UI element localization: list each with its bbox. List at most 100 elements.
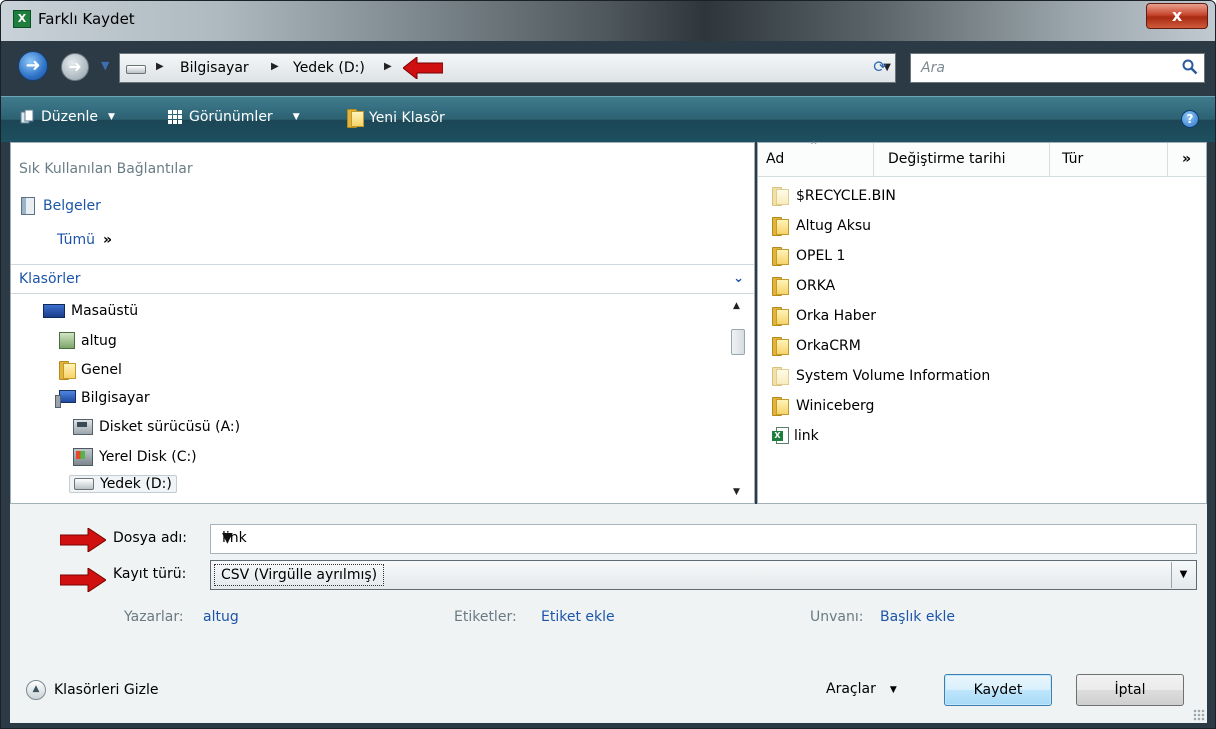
forward-button[interactable]: ➜ (61, 53, 89, 81)
tree-item-label: Yedek (D:) (100, 476, 172, 492)
tree-item-computer[interactable]: Bilgisayar (55, 390, 150, 408)
desktop-icon (43, 304, 65, 318)
history-dropdown-button[interactable]: ▼ (101, 59, 115, 73)
refresh-icon[interactable]: ⟳ (863, 53, 897, 83)
folder-icon (772, 367, 789, 386)
tree-item-public[interactable]: Genel (59, 361, 122, 380)
favorite-links-heading: Sık Kullanılan Bağlantılar (19, 161, 193, 177)
more-columns-icon[interactable]: » (1168, 143, 1206, 177)
search-placeholder: Ara (921, 60, 945, 76)
red-annotation-arrow-icon (403, 57, 443, 79)
scroll-up-icon[interactable]: ▲ (733, 301, 740, 311)
breadcrumb-separator-icon[interactable]: ▶ (271, 61, 279, 72)
tree-item-label: Bilgisayar (81, 390, 150, 406)
file-item[interactable]: Orka Haber (772, 307, 877, 326)
tools-label: Araçlar (826, 681, 876, 697)
file-item-label: OrkaCRM (796, 337, 861, 354)
save-button[interactable]: Kaydet (944, 674, 1052, 706)
folder-icon (772, 337, 789, 356)
new-folder-icon (347, 109, 364, 128)
breadcrumb-drive-d[interactable]: Yedek (D:) (293, 60, 365, 76)
navigation-pane: Sık Kullanılan Bağlantılar Belgeler Tümü… (10, 142, 755, 504)
file-item[interactable]: ORKA (772, 277, 835, 296)
organize-icon (20, 109, 34, 124)
computer-icon (55, 390, 76, 408)
tree-item-drive-d[interactable]: Yedek (D:) (69, 475, 177, 493)
file-item[interactable]: OrkaCRM (772, 337, 861, 356)
help-icon[interactable]: ? (1181, 110, 1199, 128)
tree-item-local-disk-c[interactable]: Yerel Disk (C:) (73, 448, 197, 466)
authors-label: Yazarlar: (124, 609, 184, 625)
save-options-panel: Dosya adı: link ▼ Kayıt türü: CSV (Virgü… (10, 504, 1207, 723)
red-annotation-arrow-icon (60, 528, 106, 552)
file-item[interactable]: $RECYCLE.BIN (772, 187, 896, 206)
folders-heading: Klasörler (19, 271, 81, 287)
file-type-label: Kayıt türü: (113, 566, 187, 582)
file-item[interactable]: Winiceberg (772, 397, 874, 416)
tree-scrollbar[interactable]: ▲ ▼ (730, 299, 748, 499)
close-button[interactable]: x (1146, 3, 1208, 29)
folder-icon (59, 361, 76, 380)
column-header-date-modified[interactable]: Değiştirme tarihi (874, 143, 1050, 177)
file-list-pane: Ad ^ Değiştirme tarihi Tür » $RECYCLE.BI… (757, 141, 1207, 504)
folder-icon (772, 277, 789, 296)
file-item[interactable]: X link (772, 427, 819, 445)
tree-item-label: Disket sürücüsü (A:) (99, 419, 241, 435)
favorite-link-all[interactable]: Tümü » (57, 232, 112, 248)
scroll-thumb[interactable] (731, 329, 745, 355)
file-name-dropdown-icon[interactable]: ▼ (222, 530, 1190, 546)
folder-icon (772, 307, 789, 326)
favorite-link-documents[interactable]: Belgeler (21, 197, 101, 215)
drive-icon (74, 478, 94, 490)
organize-label: Düzenle (41, 109, 98, 125)
file-name-input[interactable]: link ▼ (210, 524, 1197, 554)
file-item[interactable]: OPEL 1 (772, 247, 846, 266)
file-item[interactable]: Altug Aksu (772, 217, 872, 236)
breadcrumb-separator-icon[interactable]: ▶ (384, 61, 392, 72)
excel-app-icon: X (13, 10, 31, 28)
system-disk-icon (73, 448, 93, 466)
folder-icon (772, 187, 789, 206)
breadcrumb-separator-icon[interactable]: ▶ (156, 61, 164, 72)
tools-dropdown-icon: ▼ (889, 685, 897, 695)
views-button[interactable]: Görünümler ▼ (167, 109, 300, 125)
title-value[interactable]: Başlık ekle (880, 609, 955, 625)
search-input[interactable]: Ara (910, 53, 1205, 83)
file-item-label: Altug Aksu (796, 217, 872, 234)
scroll-down-icon[interactable]: ▼ (733, 487, 740, 497)
authors-value[interactable]: altug (203, 609, 239, 625)
title-label: Unvanı: (810, 609, 864, 625)
column-header-type[interactable]: Tür (1050, 143, 1168, 177)
file-item-label: System Volume Information (796, 367, 991, 384)
command-toolbar: Düzenle ▼ Görünümler ▼ Yeni Klasör ? (1, 96, 1215, 142)
more-chevron-icon: » (103, 232, 113, 248)
file-item-label: OPEL 1 (796, 247, 846, 264)
hide-folders-button[interactable]: ▲ Klasörleri Gizle (26, 680, 158, 700)
file-item-label: Orka Haber (796, 307, 877, 324)
sort-ascending-icon: ^ (810, 141, 818, 151)
tags-value[interactable]: Etiket ekle (541, 609, 615, 625)
tree-item-floppy[interactable]: Disket sürücüsü (A:) (73, 419, 240, 435)
column-header-name[interactable]: Ad ^ (758, 141, 874, 177)
tree-item-desktop[interactable]: Masaüstü (43, 303, 138, 319)
tree-item-user[interactable]: altug (59, 332, 117, 349)
organize-button[interactable]: Düzenle ▼ (19, 109, 115, 125)
chevron-down-icon[interactable]: ⌄ (733, 271, 744, 286)
folder-tree: Masaüstü altug Genel Bilgisayar Disket s… (11, 295, 731, 503)
file-type-select[interactable]: CSV (Virgülle ayrılmış) ▼ (210, 560, 1197, 590)
tools-button[interactable]: Araçlar ▼ (826, 681, 897, 697)
file-type-dropdown-icon[interactable]: ▼ (1171, 562, 1195, 588)
file-item[interactable]: System Volume Information (772, 367, 991, 386)
resize-grip-icon[interactable] (1193, 709, 1205, 721)
search-icon[interactable] (1182, 59, 1198, 75)
cancel-button[interactable]: İptal (1076, 674, 1184, 706)
breadcrumb-computer[interactable]: Bilgisayar (180, 60, 249, 76)
file-name-label: Dosya adı: (113, 530, 188, 546)
back-button[interactable]: ➜ (18, 51, 48, 81)
new-folder-label: Yeni Klasör (369, 109, 445, 126)
folders-header[interactable]: Klasörler ⌄ (11, 264, 754, 294)
new-folder-button[interactable]: Yeni Klasör (347, 109, 445, 128)
tags-label: Etiketler: (454, 609, 517, 625)
views-dropdown-icon: ▼ (292, 112, 300, 122)
address-bar[interactable]: ▶ Bilgisayar ▶ Yedek (D:) ▶ ▼ (119, 53, 896, 83)
